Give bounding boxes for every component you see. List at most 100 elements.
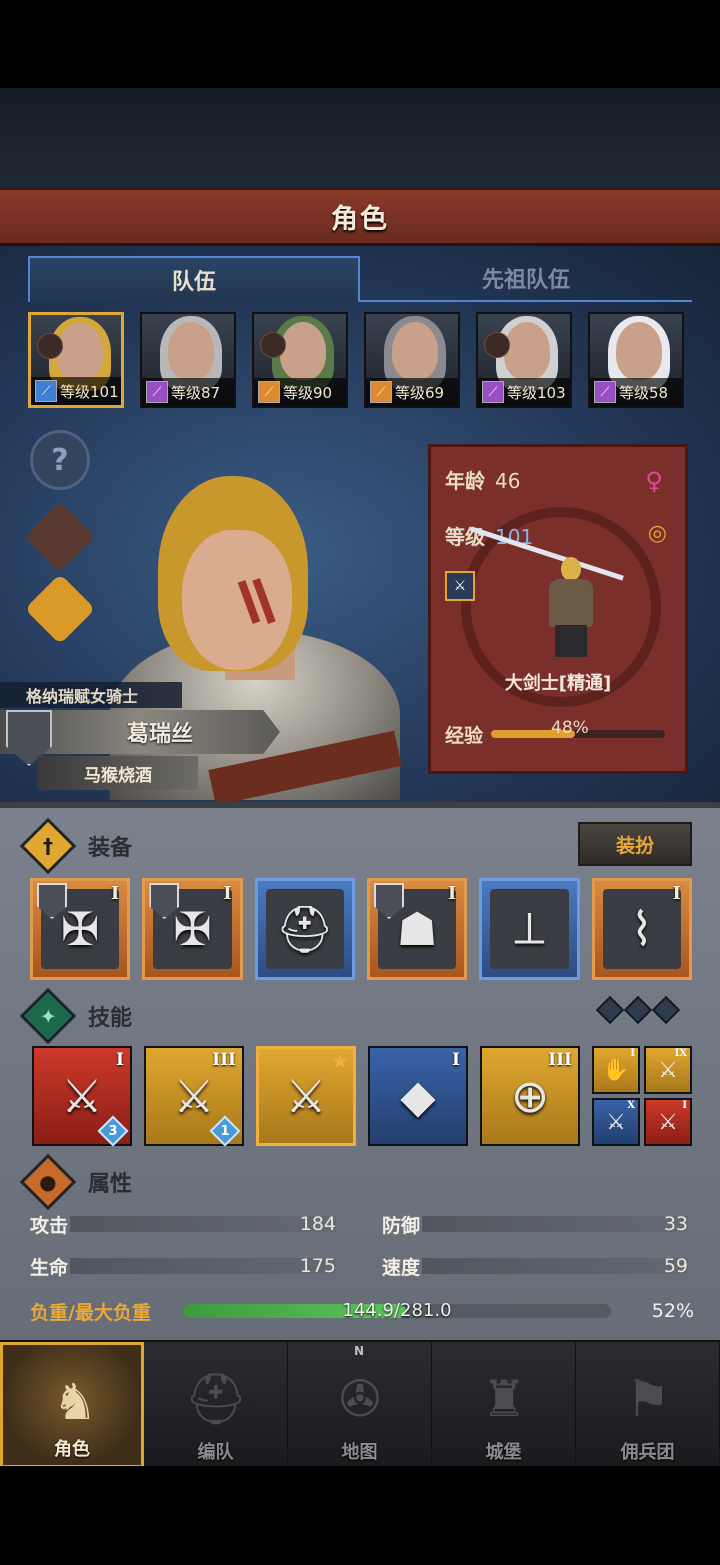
tab-ancestor-party[interactable]: 先祖队伍 — [360, 256, 692, 302]
equipment-slot[interactable]: ⌇ I — [591, 878, 692, 980]
portrait-level: ⟋ 等级58 — [590, 378, 682, 406]
page-title: 角色 — [331, 204, 389, 235]
skill-points-indicator — [595, 995, 681, 1025]
passive-skill[interactable]: ⚔ X — [592, 1098, 640, 1146]
passive-skill[interactable]: ⚔ IX — [644, 1046, 692, 1094]
skill-point-diamond — [595, 995, 625, 1025]
passive-skill-tier: IX — [674, 1048, 687, 1059]
character-trait[interactable]: 马猴烧酒 — [38, 756, 198, 790]
character-body-icon[interactable] — [24, 501, 96, 573]
nav-label: 编队 — [197, 1442, 234, 1463]
female-icon: ♀ — [645, 467, 663, 495]
item-tier: I — [223, 883, 232, 904]
roster-portrait[interactable]: ⟋ 等级90 — [252, 312, 348, 408]
roster-portrait[interactable]: ⟋ 等级69 — [364, 312, 460, 408]
nav-castle[interactable]: ♜ 城堡 — [432, 1342, 576, 1468]
help-icon[interactable]: ? — [30, 430, 90, 490]
equipment-slot[interactable]: ✠ I — [142, 878, 243, 980]
equipment-item-icon: ⛑ — [275, 901, 335, 956]
portrait-level-label: 等级90 — [283, 383, 333, 402]
skill-point-diamond — [651, 995, 681, 1025]
ring-icon[interactable]: ◎ — [648, 521, 667, 546]
portrait-face — [616, 322, 662, 380]
item-tier: I — [447, 883, 457, 904]
roster-portrait[interactable]: ⟋ 等级58 — [588, 312, 684, 408]
passive-skill[interactable]: ✋ I — [592, 1046, 640, 1094]
age-label: 年龄 — [445, 469, 485, 493]
skill-slot[interactable]: ⚔ ★ — [256, 1046, 356, 1146]
portrait-level: ⟋ 等级69 — [366, 378, 458, 406]
title-bar: 角色 — [0, 188, 720, 246]
attack-label: 攻击 — [30, 1214, 69, 1237]
equipment-slot[interactable]: ✠ I — [30, 878, 131, 980]
class-icon: ⟋ — [594, 381, 616, 403]
passive-skill[interactable]: ⚔ I — [644, 1098, 692, 1146]
mercenary-icon — [260, 332, 286, 358]
nav-helmet[interactable]: ⛑ 编队 — [144, 1342, 288, 1468]
skill-tier: I — [116, 1050, 124, 1070]
load-value: 144.9/281.0 — [342, 1300, 452, 1321]
mercenary-icon — [484, 332, 510, 358]
portrait-face — [392, 322, 438, 380]
skill-slot[interactable]: ⊕ III — [480, 1046, 580, 1146]
attack-value: 184 — [299, 1213, 336, 1235]
speed-value: 59 — [663, 1255, 688, 1277]
skill-star-icon: ✦ — [19, 987, 77, 1045]
portrait-level: ⟋ 等级103 — [478, 378, 570, 406]
speed-label: 速度 — [382, 1256, 421, 1279]
roster-portrait[interactable]: ⟋ 等级101 — [28, 312, 124, 408]
portrait-level-label: 等级69 — [395, 383, 445, 402]
skill-slots: ⚔ I 3 ⚔ III 1 ⚔ ★ ◆ I ⊕ III ✋ I ⚔ IX ⚔ X ⚔ I — [32, 1046, 692, 1147]
dress-up-button[interactable]: 装扮 — [578, 822, 692, 866]
unit-figure — [541, 557, 601, 657]
compass-icon: ✇ — [339, 1370, 381, 1428]
attributes-header: ● 属性 — [19, 1153, 692, 1211]
side-icon-column: ? — [24, 430, 96, 656]
class-icon: ⟋ — [35, 380, 57, 402]
portrait-level-label: 等级101 — [60, 382, 119, 401]
class-icon: ⟋ — [258, 381, 280, 403]
roster-portrait[interactable]: ⟋ 等级103 — [476, 312, 572, 408]
nav-compass[interactable]: ✇ N 地图 — [288, 1342, 432, 1468]
bottom-navigation: ♞ 角色 ⛑ 编队 ✇ N 地图 ♜ 城堡 ⚑ 佣兵团 — [0, 1340, 720, 1468]
tab-party[interactable]: 队伍 — [28, 256, 360, 302]
inventory-bag-icon[interactable] — [24, 573, 96, 645]
skill-slot[interactable]: ⚔ III 1 — [144, 1046, 244, 1147]
skill-tier: III — [212, 1050, 236, 1070]
equipment-slot[interactable]: ⟂ — [479, 878, 580, 980]
portrait-face — [168, 322, 214, 380]
portrait-level: ⟋ 等级90 — [254, 378, 346, 406]
equipment-slot[interactable]: ⛑ — [254, 878, 355, 980]
castle-icon: ♜ — [481, 1370, 527, 1428]
skill-point-diamond — [623, 995, 653, 1025]
skill-slot[interactable]: ◆ I — [368, 1046, 468, 1146]
knight-icon: ♞ — [52, 1373, 98, 1431]
mercenary-icon — [37, 333, 63, 359]
hp-value: 175 — [299, 1255, 336, 1277]
star-icon: ★ — [331, 1049, 349, 1073]
stat-speed: 速度 59 — [382, 1250, 688, 1282]
cross-icon: † — [19, 817, 77, 875]
equipment-slots: ✠ I ✠ I ⛑ ☗ I ⟂ ⌇ I — [30, 878, 692, 980]
nav-label: 佣兵团 — [620, 1442, 675, 1463]
nav-banner[interactable]: ⚑ 佣兵团 — [576, 1342, 720, 1468]
stat-attack: 攻击 184 — [30, 1208, 336, 1240]
roster-portrait[interactable]: ⟋ 等级87 — [140, 312, 236, 408]
portrait-level: ⟋ 等级87 — [142, 378, 234, 406]
hp-label: 生命 — [30, 1256, 69, 1279]
stat-defense: 防御 33 — [382, 1208, 688, 1240]
character-subtitle: 格纳瑞赋女骑士 — [0, 682, 182, 708]
passive-skill-tier: X — [627, 1100, 635, 1111]
portrait-level-label: 等级103 — [507, 383, 566, 402]
class-badge-icon[interactable]: ⚔ — [445, 571, 475, 601]
gem-count: 3 — [108, 1123, 118, 1139]
nav-knight[interactable]: ♞ 角色 — [0, 1342, 144, 1468]
class-icon: ⟋ — [146, 381, 168, 403]
skill-tier: III — [548, 1050, 572, 1070]
defense-value: 33 — [663, 1213, 688, 1235]
skill-slot[interactable]: ⚔ I 3 — [32, 1046, 132, 1147]
skills-title: 技能 — [88, 1006, 133, 1031]
portrait-face — [504, 322, 550, 380]
equipment-item-icon: ⟂ — [514, 901, 545, 955]
equipment-slot[interactable]: ☗ I — [366, 878, 468, 980]
